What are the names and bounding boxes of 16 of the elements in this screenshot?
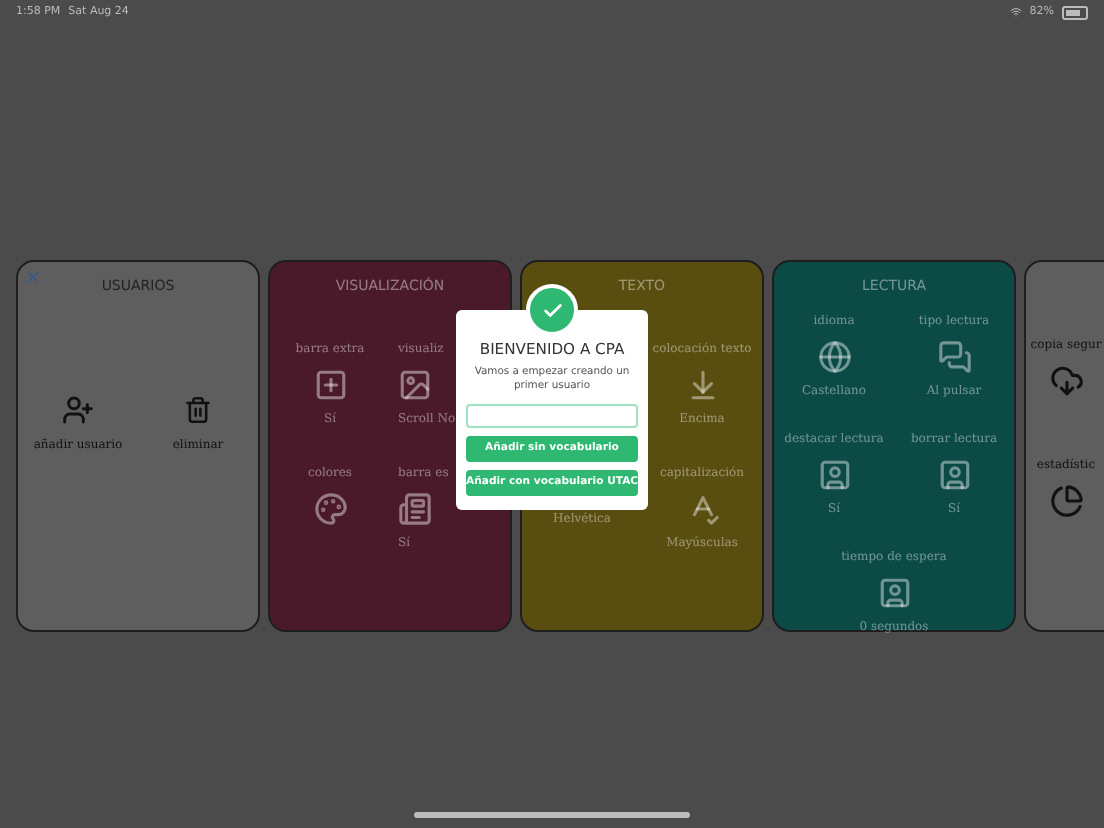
input-field[interactable] — [466, 403, 638, 427]
portrait-icon[interactable] — [877, 575, 911, 609]
globe-icon[interactable] — [817, 339, 851, 373]
portrait-icon[interactable] — [817, 457, 851, 491]
cloud-download-icon[interactable] — [1049, 363, 1083, 397]
plus-square-icon[interactable] — [313, 367, 347, 401]
trash-icon[interactable] — [184, 396, 212, 424]
palette-icon[interactable] — [313, 491, 347, 525]
document-icon[interactable] — [398, 491, 432, 525]
user-plus-icon[interactable] — [62, 394, 94, 426]
portrait-icon[interactable] — [937, 457, 971, 491]
wifi-icon — [1009, 6, 1022, 18]
image-icon[interactable] — [398, 367, 432, 401]
pie-chart-icon[interactable] — [1049, 483, 1083, 517]
chat-icon[interactable] — [937, 339, 971, 373]
battery-icon — [1062, 5, 1088, 19]
